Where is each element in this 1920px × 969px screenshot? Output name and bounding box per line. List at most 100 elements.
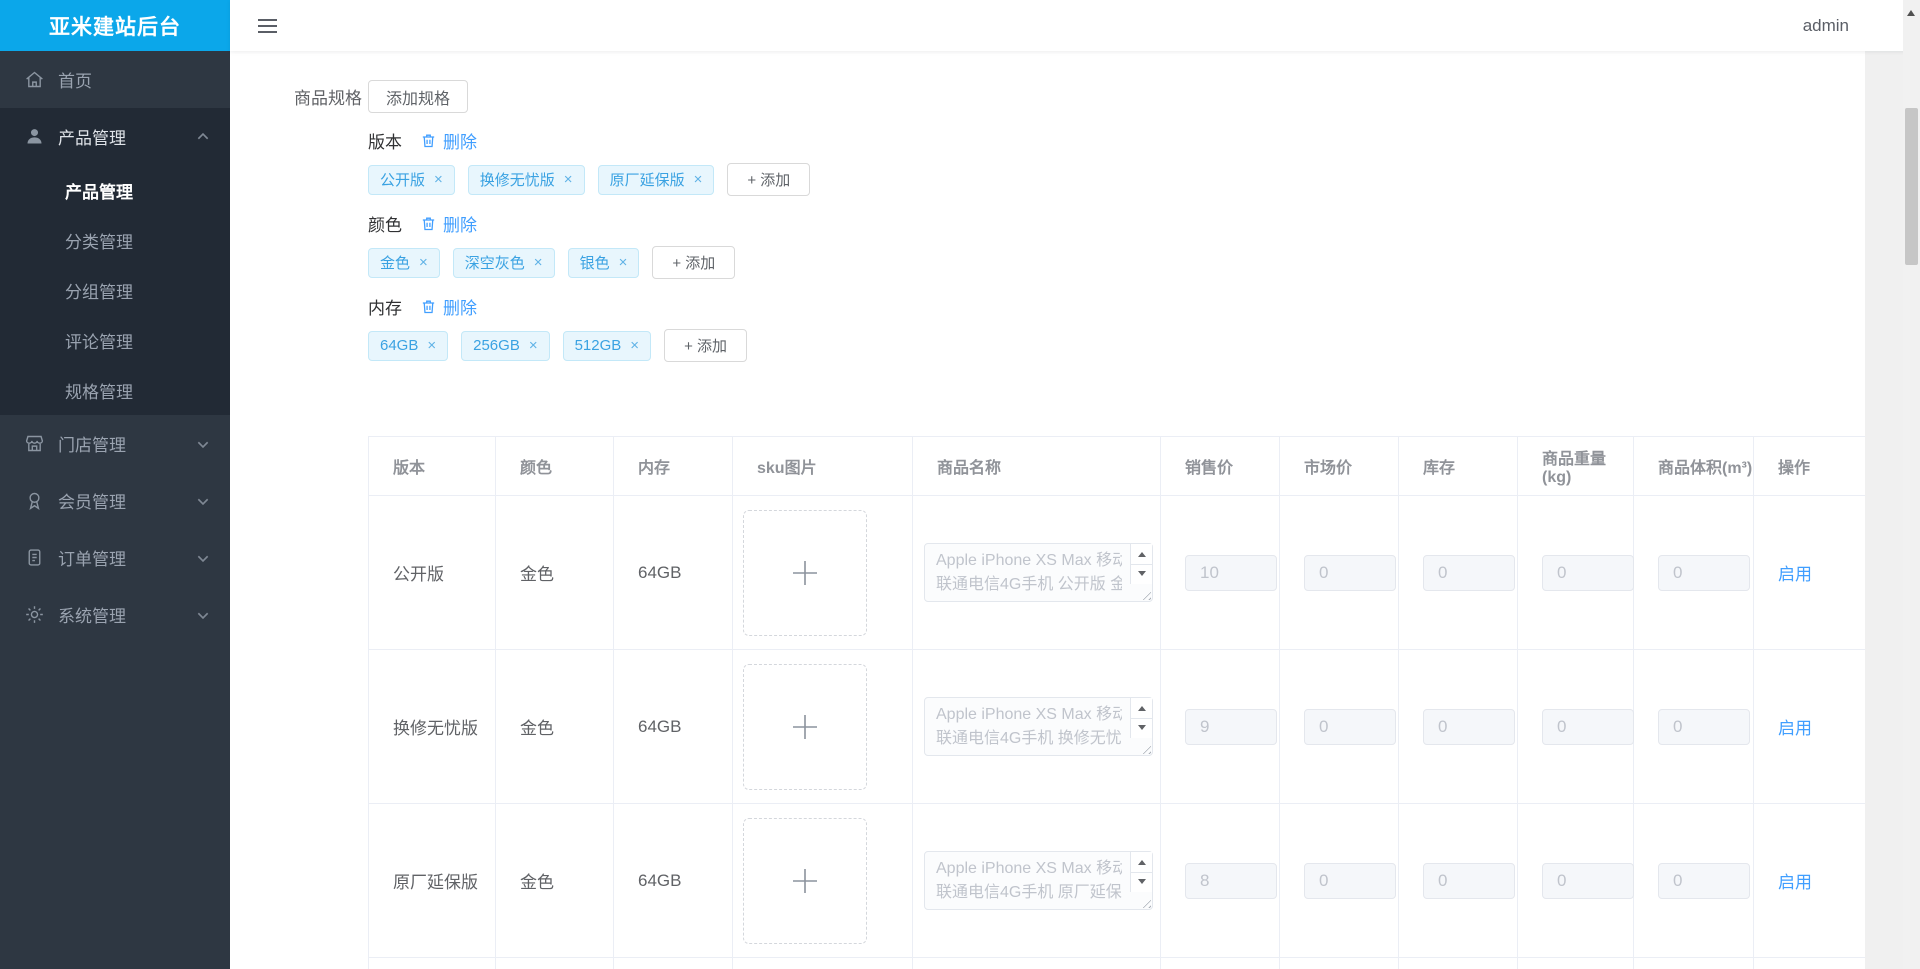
market-price-cell: [1280, 958, 1399, 969]
enable-link[interactable]: 启用: [1778, 714, 1812, 739]
market-price-input[interactable]: [1304, 554, 1396, 591]
person-icon: [24, 126, 45, 147]
spec-tag: 银色 ×: [567, 247, 640, 278]
spec-tag: 金色 ×: [368, 247, 440, 278]
sidebar-item-order-management[interactable]: 订单管理: [0, 529, 230, 586]
tag-close-icon[interactable]: ×: [427, 338, 436, 353]
stock-input[interactable]: [1423, 554, 1515, 591]
submenu-item-label: 分类管理: [65, 232, 133, 252]
scrollbar-up-arrow-icon[interactable]: [1907, 6, 1915, 16]
plus-icon: [793, 868, 817, 893]
scrollbar-thumb[interactable]: [1905, 108, 1918, 265]
submenu-item-group-management[interactable]: 分组管理: [0, 265, 230, 315]
market-price-input[interactable]: [1304, 708, 1396, 745]
tag-close-icon[interactable]: ×: [529, 338, 538, 353]
submenu-item-category-management[interactable]: 分类管理: [0, 215, 230, 265]
actions-cell: [1754, 958, 1865, 969]
delete-group-link[interactable]: 删除: [420, 211, 477, 236]
chevron-up-icon: [196, 130, 210, 144]
weight-input[interactable]: [1542, 862, 1634, 899]
trash-icon: [422, 134, 435, 147]
top-header: admin: [230, 0, 1920, 51]
gear-icon: [24, 604, 45, 625]
stock-cell: [1399, 804, 1518, 958]
add-tag-button[interactable]: + 添加: [652, 246, 736, 279]
product-name-textarea[interactable]: Apple iPhone XS Max 移动 联通电信4G手机 原厂延保: [924, 851, 1153, 910]
sale-price-input[interactable]: [1185, 708, 1277, 745]
tag-close-icon[interactable]: ×: [619, 255, 628, 270]
sku-image-upload-box[interactable]: [743, 817, 867, 944]
market-price-input[interactable]: [1304, 862, 1396, 899]
add-tag-button[interactable]: + 添加: [727, 163, 811, 196]
sku-image-upload-box[interactable]: [743, 663, 867, 790]
spec-section-header: 商品规格 添加规格: [294, 80, 1865, 113]
sidebar-item-store-management[interactable]: 门店管理: [0, 415, 230, 472]
page-scrollbar[interactable]: [1903, 0, 1920, 969]
spinner-up-button[interactable]: [1131, 852, 1152, 872]
col-header-memory: 内存: [614, 437, 733, 496]
spec-tag: 换修无忧版 ×: [467, 164, 585, 195]
resize-handle[interactable]: [1139, 588, 1151, 600]
sale-price-cell: [1161, 804, 1280, 958]
weight-input[interactable]: [1542, 554, 1634, 591]
sidebar: 亚米建站后台 首页 产品管理 产品管理 分类管理 分组管理 评论管理 规格管理 …: [0, 0, 230, 969]
tag-close-icon[interactable]: ×: [534, 255, 543, 270]
delete-group-link[interactable]: 删除: [420, 294, 477, 319]
volume-cell: [1634, 496, 1754, 650]
add-spec-button[interactable]: 添加规格: [368, 80, 469, 113]
tag-close-icon[interactable]: ×: [694, 172, 703, 187]
delete-label: 删除: [443, 215, 477, 235]
tag-close-icon[interactable]: ×: [434, 172, 443, 187]
name-line: Apple iPhone XS Max 移动: [936, 860, 1122, 877]
enable-link[interactable]: 启用: [1778, 868, 1812, 893]
sale-price-input[interactable]: [1185, 862, 1277, 899]
stock-input[interactable]: [1423, 862, 1515, 899]
spec-group-memory: 内存 删除 64GB × 256GB × 512GB × + 添加: [368, 295, 1865, 362]
submenu-item-spec-management[interactable]: 规格管理: [0, 365, 230, 415]
resize-handle[interactable]: [1139, 742, 1151, 754]
volume-input[interactable]: [1658, 708, 1750, 745]
spinner-up-button[interactable]: [1131, 544, 1152, 564]
product-name-cell: Apple iPhone XS Max 移动 联通电信4G手机 公开版 金: [913, 496, 1161, 650]
spinner-up-button[interactable]: [1131, 698, 1152, 718]
product-name-cell: [913, 958, 1161, 969]
spinner-down-button[interactable]: [1131, 871, 1152, 892]
submenu-item-comment-management[interactable]: 评论管理: [0, 315, 230, 365]
col-header-color: 颜色: [496, 437, 614, 496]
enable-link[interactable]: 启用: [1778, 560, 1812, 585]
spec-tag: 深空灰色 ×: [452, 247, 555, 278]
hamburger-menu-button[interactable]: [258, 18, 277, 33]
volume-input[interactable]: [1658, 554, 1750, 591]
sku-image-cell: [733, 804, 913, 958]
spinner-down-button[interactable]: [1131, 563, 1152, 584]
resize-handle[interactable]: [1139, 896, 1151, 908]
page-content: 商品规格 添加规格 版本 删除 公开版 × 换修无忧版 × 原厂延保版 × + …: [230, 51, 1865, 969]
product-name-textarea[interactable]: Apple iPhone XS Max 移动 联通电信4G手机 换修无忧: [924, 697, 1153, 756]
col-header-actions: 操作: [1754, 437, 1865, 496]
sidebar-item-member-management[interactable]: 会员管理: [0, 472, 230, 529]
tag-close-icon[interactable]: ×: [419, 255, 428, 270]
admin-user-menu[interactable]: admin: [1803, 16, 1849, 36]
volume-input[interactable]: [1658, 862, 1750, 899]
weight-cell: [1518, 804, 1634, 958]
product-name-textarea[interactable]: Apple iPhone XS Max 移动 联通电信4G手机 公开版 金: [924, 543, 1153, 602]
add-tag-button[interactable]: + 添加: [664, 329, 747, 362]
sale-price-input[interactable]: [1185, 554, 1277, 591]
weight-input[interactable]: [1542, 708, 1634, 745]
sidebar-item-system-management[interactable]: 系统管理: [0, 586, 230, 643]
name-line: Apple iPhone XS Max 移动: [936, 706, 1122, 723]
col-header-market-price: 市场价: [1280, 437, 1399, 496]
memory-cell: 64GB: [614, 804, 733, 958]
tag-label: 深空灰色: [464, 255, 525, 272]
sidebar-item-home[interactable]: 首页: [0, 51, 230, 108]
plus-icon: [793, 714, 817, 739]
tag-close-icon[interactable]: ×: [564, 172, 573, 187]
delete-group-link[interactable]: 删除: [420, 128, 477, 153]
sidebar-item-product-management[interactable]: 产品管理: [0, 108, 230, 165]
tag-close-icon[interactable]: ×: [630, 338, 639, 353]
stock-input[interactable]: [1423, 708, 1515, 745]
submenu-item-product-management[interactable]: 产品管理: [0, 165, 230, 215]
version-cell: 换修无忧版: [369, 650, 496, 804]
spinner-down-button[interactable]: [1131, 717, 1152, 738]
sku-image-upload-box[interactable]: [743, 509, 867, 636]
